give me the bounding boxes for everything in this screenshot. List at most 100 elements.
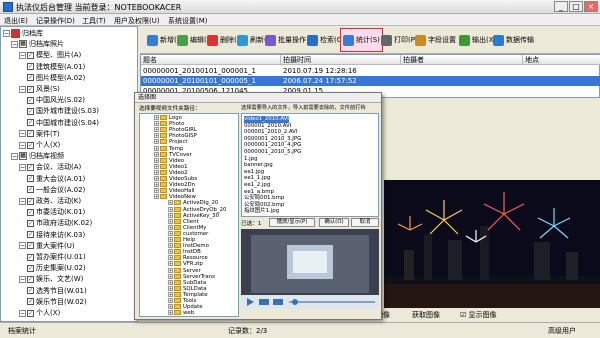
menu-exit[interactable]: 退出(E) bbox=[4, 16, 28, 26]
expand-icon[interactable]: + bbox=[168, 224, 173, 230]
expand-icon[interactable]: + bbox=[154, 188, 159, 194]
expand-icon[interactable]: + bbox=[154, 176, 159, 181]
expand-icon[interactable]: + bbox=[154, 157, 159, 163]
collapse-icon[interactable]: − bbox=[19, 141, 26, 149]
tree-node[interactable]: ✓ 一般会议(A.02) bbox=[27, 186, 85, 195]
column-header-time[interactable]: 拍摄时间 bbox=[281, 55, 401, 65]
expand-icon[interactable]: + bbox=[168, 298, 173, 303]
expand-icon[interactable]: + bbox=[154, 139, 159, 145]
expand-icon[interactable]: + bbox=[168, 218, 173, 224]
tree-node[interactable]: − ✓ 案件(T) bbox=[19, 130, 60, 139]
tree-node[interactable]: ✓ 重大会议(A.01) bbox=[27, 175, 85, 184]
column-header-title[interactable]: 题名 bbox=[141, 55, 281, 65]
tree-node[interactable]: ✓ 建筑模型(A.01) bbox=[27, 63, 85, 72]
column-header-photographer[interactable]: 拍摄者 bbox=[401, 55, 523, 65]
expand-icon[interactable]: + bbox=[168, 230, 173, 236]
collapse-icon[interactable]: − bbox=[19, 130, 26, 138]
collapse-icon[interactable]: − bbox=[19, 51, 26, 59]
tree-node[interactable]: ✓ 中国风光(S.02) bbox=[27, 96, 85, 105]
collapse-icon[interactable]: − bbox=[11, 152, 18, 160]
collapse-icon[interactable]: − bbox=[19, 85, 26, 93]
table-row[interactable]: 00000001_20100101_000005_1 2006.07.24 17:… bbox=[141, 76, 600, 86]
expand-icon[interactable]: + bbox=[168, 206, 173, 212]
expand-icon[interactable]: + bbox=[168, 310, 173, 316]
toolbar-button[interactable]: 批量操作 bbox=[262, 28, 309, 52]
tree-node[interactable]: − 归档库 bbox=[3, 29, 43, 39]
maximize-button[interactable]: □ bbox=[569, 1, 583, 12]
tree-node[interactable]: ✓ 暂办案件(U.01) bbox=[27, 253, 86, 262]
tree-node[interactable]: ✓ 接待来访(K.03) bbox=[27, 231, 85, 240]
tree-node[interactable]: ✓ 图片模型(A.02) bbox=[27, 74, 85, 83]
expand-icon[interactable]: + bbox=[168, 237, 173, 242]
expand-icon[interactable]: + bbox=[168, 243, 173, 249]
expand-icon[interactable]: + bbox=[154, 133, 159, 139]
tree-node[interactable]: ✓ 国外城市建设(S.03) bbox=[27, 107, 99, 116]
expand-icon[interactable]: + bbox=[168, 273, 173, 279]
expand-icon[interactable]: + bbox=[154, 145, 159, 151]
expand-icon[interactable]: + bbox=[168, 261, 173, 267]
menu-settings[interactable]: 系统设置(M) bbox=[168, 16, 208, 26]
expand-icon[interactable]: + bbox=[168, 279, 173, 285]
collapse-icon[interactable]: − bbox=[19, 309, 26, 317]
collapse-icon[interactable]: − bbox=[19, 163, 26, 171]
expand-icon[interactable]: + bbox=[168, 200, 173, 206]
collapse-icon[interactable]: − bbox=[19, 242, 26, 250]
tree-node[interactable]: ✓ 市政府活动(K.02) bbox=[27, 219, 92, 228]
menu-tools[interactable]: 工具(T) bbox=[82, 16, 106, 26]
tree-node[interactable]: − ✓ 娱乐、文艺(W) bbox=[19, 275, 83, 284]
expand-icon[interactable]: + bbox=[154, 163, 159, 169]
collapse-icon[interactable]: − bbox=[3, 30, 10, 37]
table-row[interactable]: 00000001_20100101_000001_1 2010.07.19 12:… bbox=[141, 66, 600, 76]
expand-icon[interactable]: + bbox=[154, 194, 159, 200]
expand-icon[interactable]: + bbox=[168, 285, 173, 291]
expand-icon[interactable]: + bbox=[154, 115, 159, 120]
folder-icon bbox=[174, 273, 181, 279]
toolbar-button[interactable]: 字段设置 bbox=[412, 28, 459, 52]
tree-node[interactable]: − ▦ 归档库视频 bbox=[11, 152, 64, 161]
collapse-icon[interactable]: − bbox=[19, 275, 26, 283]
cancel-button[interactable]: 取消 bbox=[351, 218, 379, 227]
expand-icon[interactable]: + bbox=[168, 212, 173, 218]
expand-icon[interactable]: + bbox=[168, 267, 173, 273]
folder-tree[interactable]: + Logo + Photo + PhotoGIRL + PhotoGISP + Project +… bbox=[139, 113, 239, 317]
folder-item[interactable]: + web bbox=[168, 310, 194, 316]
tree-node[interactable]: − ▦ 归档库照片 bbox=[11, 40, 64, 49]
collapse-icon[interactable]: − bbox=[19, 197, 26, 205]
collapse-icon[interactable]: − bbox=[11, 40, 18, 48]
expand-icon[interactable]: + bbox=[154, 121, 159, 127]
tree-node[interactable]: − ✓ 个人(X) bbox=[19, 141, 60, 150]
tree-node[interactable]: ✓ 娱乐节目(W.02) bbox=[27, 298, 87, 307]
menu-record[interactable]: 记录操作(D) bbox=[36, 16, 75, 26]
category-tree[interactable]: − 归档库 − ▦ 归档库照片 − ✓ 模型、图片(A) ✓ 建筑模型(A.01) ✓ 图片模型(A.… bbox=[0, 26, 138, 322]
tree-node[interactable]: − ✓ 个人(X) bbox=[19, 309, 60, 318]
tree-node[interactable]: − ✓ 风景(S) bbox=[19, 85, 60, 94]
tree-node[interactable]: ✓ 市委活动(K.01) bbox=[27, 208, 85, 217]
acquire-image-button[interactable]: 获取图像 bbox=[412, 310, 440, 320]
tree-node[interactable]: − ✓ 政务、活动(K) bbox=[19, 197, 81, 206]
toolbar-button[interactable]: 数据传输 bbox=[490, 28, 537, 52]
tree-node[interactable]: − ✓ 模型、图片(A) bbox=[19, 51, 81, 60]
expand-icon[interactable]: + bbox=[168, 304, 173, 310]
show-image-checkbox[interactable]: ☑ 显示图像 bbox=[460, 310, 497, 320]
tree-node[interactable]: − ✓ 会议、活动(A) bbox=[19, 163, 81, 172]
tree-node[interactable]: ✓ 中国城市建设(S.04) bbox=[27, 119, 99, 128]
tree-node[interactable]: ✓ 选秀节目(W.01) bbox=[27, 287, 87, 296]
ok-button[interactable]: 确认(O) bbox=[319, 218, 349, 227]
expand-icon[interactable]: + bbox=[154, 127, 159, 133]
expand-icon[interactable]: + bbox=[154, 182, 159, 188]
minimize-button[interactable]: _ bbox=[554, 1, 568, 12]
file-item[interactable]: 指纹图片1.jpg bbox=[244, 208, 279, 215]
file-list[interactable]: video1_2010.AVI 000001_2010.AVI 000001_201… bbox=[241, 113, 379, 217]
expand-icon[interactable]: + bbox=[154, 151, 159, 157]
tree-node[interactable]: − ✓ 重大案件(U) bbox=[19, 242, 75, 251]
play-preview-button[interactable]: 播放/显示(P) bbox=[269, 218, 315, 227]
menu-users[interactable]: 用户及权限(U) bbox=[114, 16, 160, 26]
expand-icon[interactable]: + bbox=[168, 291, 173, 297]
expand-icon[interactable]: + bbox=[154, 169, 159, 175]
tree-node[interactable]: ✓ 历史集案(U.02) bbox=[27, 264, 86, 273]
column-header-location[interactable]: 地点 bbox=[523, 55, 600, 65]
toolbar-button[interactable]: 统计(S) bbox=[340, 28, 383, 52]
expand-icon[interactable]: + bbox=[168, 255, 173, 261]
expand-icon[interactable]: + bbox=[168, 249, 173, 255]
close-button[interactable]: × bbox=[584, 1, 598, 12]
